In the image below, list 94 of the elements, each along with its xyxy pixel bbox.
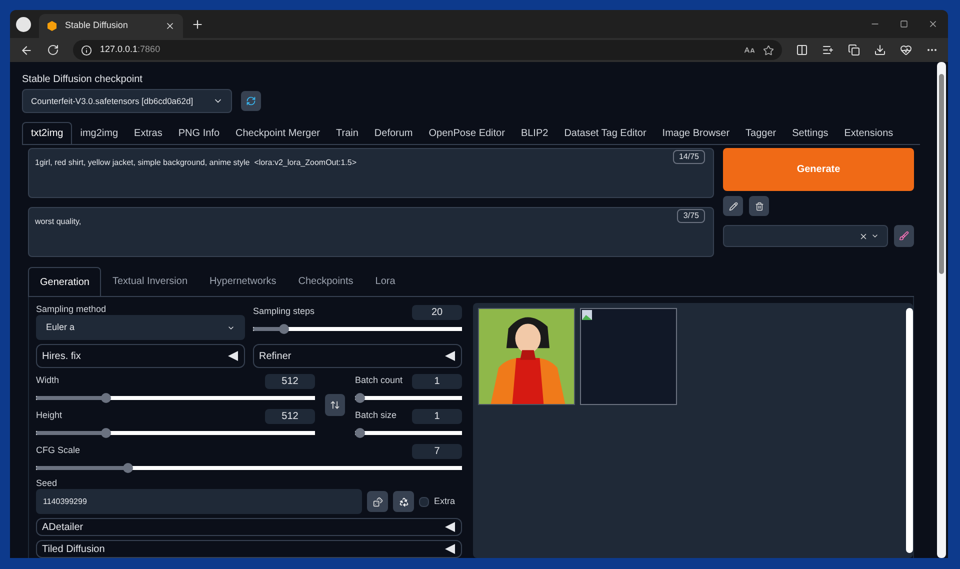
- slider-label: Batch size: [355, 409, 397, 422]
- close-icon[interactable]: [165, 21, 175, 31]
- number-field[interactable]: 1: [412, 408, 462, 424]
- dice-icon: [372, 496, 382, 506]
- close-icon[interactable]: [928, 19, 938, 29]
- tab[interactable]: Image Browser: [654, 122, 738, 144]
- profile-avatar[interactable]: [16, 16, 31, 32]
- tab[interactable]: Hypernetworks: [198, 267, 288, 296]
- checkpoint-dropdown[interactable]: Counterfeit-V3.0.safetensors [db6cd0a62d]: [22, 89, 232, 113]
- slider-label: Width: [36, 374, 60, 388]
- slider-thumb[interactable]: [100, 393, 111, 403]
- read-aloud-icon[interactable]: [744, 44, 755, 56]
- tab[interactable]: Extras: [126, 122, 170, 144]
- tab[interactable]: Textual Inversion: [101, 267, 199, 296]
- edit-button[interactable]: [723, 196, 743, 216]
- slider-label: Sampling steps: [253, 305, 315, 318]
- heart-icon[interactable]: [900, 44, 912, 56]
- extra-checkbox[interactable]: [419, 496, 429, 506]
- refresh-icon: [246, 96, 256, 106]
- slider-label: CFG Scale: [36, 444, 80, 458]
- number-field[interactable]: 1: [412, 374, 462, 388]
- token-counter: 3/75: [677, 209, 705, 223]
- split-screen-icon[interactable]: [796, 44, 808, 56]
- number-field[interactable]: 512: [265, 374, 315, 388]
- browser-tab[interactable]: Stable Diffusion: [39, 14, 183, 38]
- tab[interactable]: txt2img: [22, 122, 72, 144]
- prompt-field[interactable]: worst quality, 3/75: [28, 207, 714, 257]
- slider-track[interactable]: [355, 393, 462, 403]
- sampling-method-label: Sampling method: [36, 303, 108, 315]
- accordion-header[interactable]: Refiner: [253, 344, 462, 368]
- maximize-icon[interactable]: [900, 20, 908, 28]
- slider-label: Height: [36, 409, 62, 422]
- new-tab-icon[interactable]: [191, 18, 204, 30]
- reuse-seed-button[interactable]: [393, 491, 414, 512]
- tab[interactable]: Dataset Tag Editor: [556, 122, 654, 144]
- accordion-header[interactable]: Tiled Diffusion: [36, 540, 462, 558]
- slider-thumb[interactable]: [355, 393, 365, 403]
- brush-icon: [899, 231, 909, 241]
- tab[interactable]: Extensions: [836, 122, 902, 144]
- favorites-icon[interactable]: [822, 44, 834, 56]
- accordion-header[interactable]: Hires. fix: [36, 344, 245, 368]
- caret-icon: [871, 232, 879, 240]
- scroll-thumb[interactable]: [939, 74, 944, 274]
- tab[interactable]: Checkpoint Merger: [228, 122, 328, 144]
- tab[interactable]: Generation: [28, 267, 102, 296]
- tab[interactable]: Checkpoints: [287, 267, 364, 296]
- star-icon[interactable]: [763, 44, 774, 56]
- collections-icon[interactable]: [848, 44, 860, 56]
- tab[interactable]: Tagger: [738, 122, 784, 144]
- number-field[interactable]: 7: [412, 444, 462, 458]
- slider-thumb[interactable]: [123, 463, 134, 473]
- number-field[interactable]: 512: [265, 408, 315, 424]
- seed-field[interactable]: 1140399299: [36, 489, 362, 514]
- delete-button[interactable]: [749, 196, 769, 216]
- address-bar[interactable]: 127.0.0.1:7860: [73, 40, 782, 60]
- tab[interactable]: PNG Info: [170, 122, 228, 144]
- tab[interactable]: Deforum: [366, 122, 421, 144]
- slider-track[interactable]: [355, 428, 462, 438]
- swap-button[interactable]: [325, 394, 345, 416]
- tab[interactable]: BLIP2: [512, 122, 556, 144]
- clear-icon[interactable]: [859, 232, 868, 240]
- slider-thumb[interactable]: [278, 324, 289, 334]
- random-seed-button[interactable]: [367, 491, 388, 512]
- seed-label: Seed: [36, 477, 58, 489]
- slider-thumb[interactable]: [355, 428, 365, 438]
- tab[interactable]: OpenPose Editor: [420, 122, 513, 144]
- scrollbar[interactable]: [906, 308, 913, 553]
- extra-label: Extra: [434, 494, 456, 508]
- pencil-icon: [728, 202, 738, 210]
- refresh-button[interactable]: [241, 91, 261, 111]
- number-field[interactable]: 20: [412, 304, 462, 320]
- image-placeholder[interactable]: [580, 308, 677, 405]
- swap-icon: [330, 400, 340, 410]
- recycle-icon: [398, 496, 408, 506]
- slider-label: Batch count: [355, 374, 403, 388]
- reload-icon[interactable]: [47, 44, 59, 56]
- token-counter: 14/75: [672, 150, 705, 164]
- trash-icon: [754, 202, 764, 210]
- accordion-header[interactable]: ADetailer: [36, 518, 462, 536]
- tab[interactable]: Settings: [784, 122, 836, 144]
- logo-icon: [47, 21, 57, 31]
- tab[interactable]: img2img: [72, 122, 126, 144]
- prompt-field[interactable]: 1girl, red shirt, yellow jacket, simple background, anime style <lora:v2_lora_ZoomOut:1.5> 14/75: [28, 148, 714, 198]
- checkpoint-label: Stable Diffusion checkpoint: [22, 73, 144, 87]
- sampling-method-dropdown[interactable]: Euler a: [36, 315, 245, 340]
- apply-style-button[interactable]: [894, 225, 914, 247]
- broken-image-icon: [582, 310, 592, 320]
- tab[interactable]: Lora: [364, 267, 406, 296]
- download-icon[interactable]: [874, 44, 886, 56]
- info-icon: [81, 44, 92, 56]
- back-icon[interactable]: [20, 44, 33, 56]
- slider-thumb[interactable]: [100, 428, 111, 438]
- scrollbar[interactable]: [937, 62, 946, 558]
- tab[interactable]: Train: [328, 122, 366, 144]
